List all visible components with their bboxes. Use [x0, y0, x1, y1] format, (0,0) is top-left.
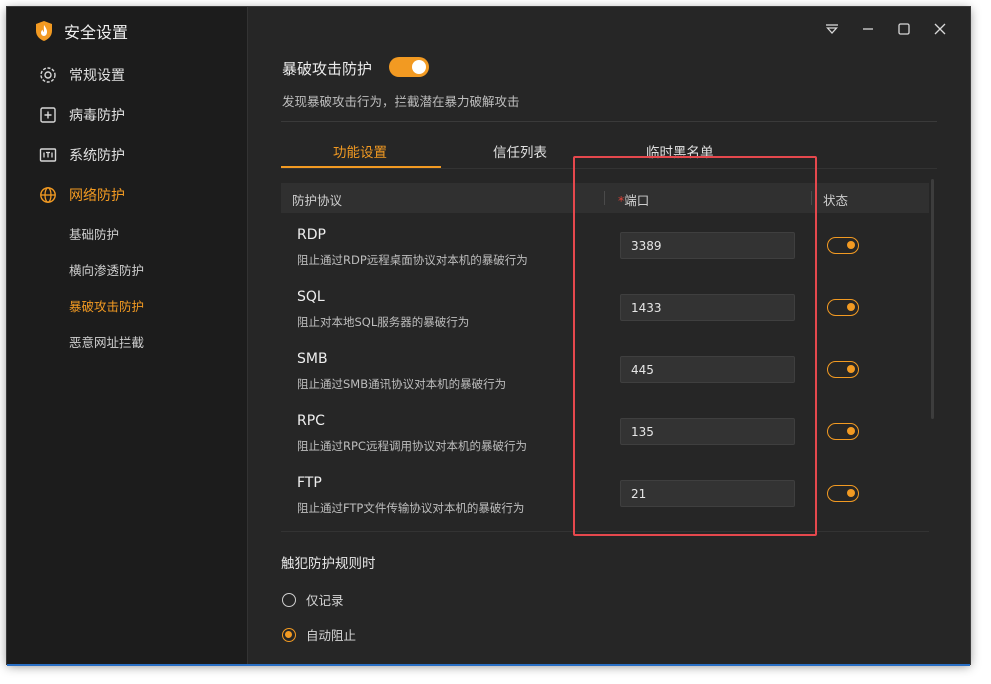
toggle-dot: [847, 365, 855, 373]
sidebar-item-virus[interactable]: 病毒防护: [39, 103, 125, 127]
toggle-dot: [847, 489, 855, 497]
header-divider: [281, 121, 937, 122]
protocol-description: 阻止通过SMB通讯协议对本机的暴破行为: [297, 377, 507, 391]
status-toggle-sql[interactable]: [827, 299, 859, 316]
system-box-icon: [39, 146, 57, 164]
protocol-name: FTP: [297, 475, 322, 491]
toggle-dot: [847, 241, 855, 249]
page-description: 发现暴破攻击行为，拦截潜在暴力破解攻击: [282, 94, 520, 109]
status-toggle-rdp[interactable]: [827, 237, 859, 254]
status-toggle-smb[interactable]: [827, 361, 859, 378]
radio-circle: [282, 627, 296, 642]
sidebar-item-general[interactable]: 常规设置: [39, 63, 125, 87]
maximize-icon[interactable]: [894, 19, 914, 39]
port-column-highlight: [573, 156, 817, 536]
sidebar-subitem-malicious-url[interactable]: 恶意网址拦截: [69, 332, 144, 351]
bruteforce-protection-toggle[interactable]: [389, 57, 429, 77]
sidebar-subitem-basic[interactable]: 基础防护: [69, 224, 119, 243]
protocol-name: RDP: [297, 227, 326, 243]
close-icon[interactable]: [930, 19, 950, 39]
gear-icon: [39, 66, 57, 84]
tab-settings[interactable]: 功能设置: [333, 141, 387, 161]
app-title: 安全设置: [64, 23, 129, 42]
rule-section-title: 触犯防护规则时: [281, 556, 376, 572]
radio-label: 自动阻止: [306, 628, 357, 643]
radio-label: 仅记录: [306, 593, 344, 608]
plus-box-icon: [39, 106, 57, 124]
sidebar-item-label: 常规设置: [69, 68, 125, 84]
radio-record-only[interactable]: 仅记录: [282, 590, 344, 609]
radio-auto-block[interactable]: 自动阻止: [282, 625, 356, 644]
sidebar-item-system[interactable]: 系统防护: [39, 143, 125, 167]
shield-flame-icon: [36, 21, 52, 41]
menu-icon[interactable]: [822, 19, 842, 39]
window-bottom-edge: [7, 664, 970, 666]
protocol-description: 阻止对本地SQL服务器的暴破行为: [297, 315, 470, 329]
tab-trust-list[interactable]: 信任列表: [493, 141, 547, 161]
sidebar-subitem-lateral[interactable]: 横向渗透防护: [69, 260, 144, 279]
protocol-description: 阻止通过RPC远程调用协议对本机的暴破行为: [297, 439, 527, 453]
sidebar-subitem-bruteforce[interactable]: 暴破攻击防护: [69, 296, 144, 315]
minimize-icon[interactable]: [858, 19, 878, 39]
protocol-name: SMB: [297, 351, 328, 367]
radio-circle: [282, 592, 296, 607]
sidebar-item-network[interactable]: 网络防护: [39, 183, 125, 207]
globe-icon: [39, 186, 57, 204]
status-toggle-rpc[interactable]: [827, 423, 859, 440]
toggle-dot: [847, 303, 855, 311]
toggle-knob: [412, 60, 426, 74]
header-protocol: 防护协议: [292, 193, 343, 208]
toggle-dot: [847, 427, 855, 435]
protocol-description: 阻止通过FTP文件传输协议对本机的暴破行为: [297, 501, 525, 515]
app-brand: 安全设置: [34, 19, 128, 43]
sidebar: 安全设置 常规设置 病毒防护 系统防护 网络防护 基础防护 横向渗透防护 暴破攻…: [7, 7, 248, 664]
protocol-description: 阻止通过RDP远程桌面协议对本机的暴破行为: [297, 253, 528, 267]
sidebar-item-label: 系统防护: [69, 148, 125, 164]
protocol-name: RPC: [297, 413, 325, 429]
settings-window: 安全设置 常规设置 病毒防护 系统防护 网络防护 基础防护 横向渗透防护 暴破攻…: [7, 7, 970, 664]
sidebar-item-label: 病毒防护: [69, 108, 125, 124]
sidebar-item-label: 网络防护: [69, 188, 125, 204]
page-title: 暴破攻击防护: [282, 60, 373, 78]
protocol-name: SQL: [297, 289, 325, 305]
scrollbar[interactable]: [931, 179, 934, 419]
header-status: 状态: [823, 193, 849, 208]
status-toggle-ftp[interactable]: [827, 485, 859, 502]
